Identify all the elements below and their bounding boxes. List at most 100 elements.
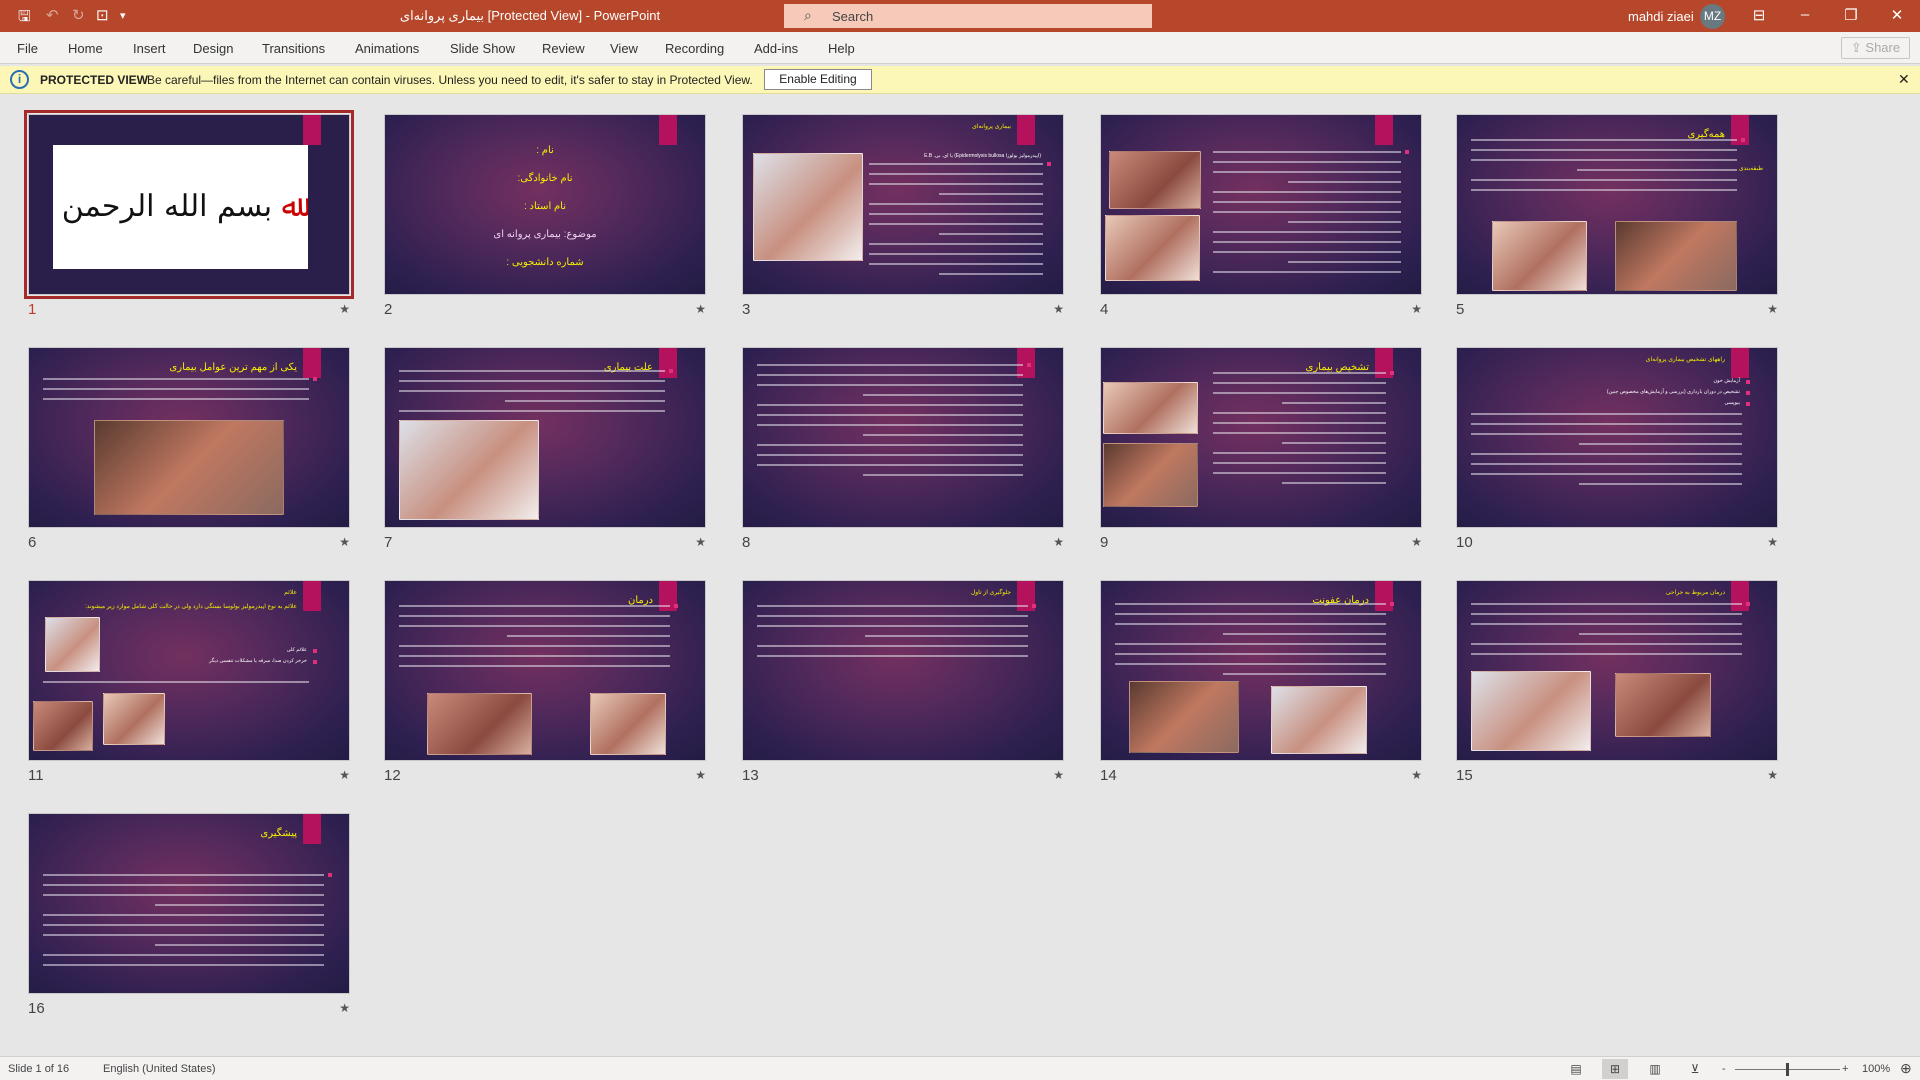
slide-preview[interactable]: بیماری پروانه‌ای (اپیدرمولیز بولوزا Epide… <box>742 114 1064 295</box>
zoom-out-button[interactable]: - <box>1722 1063 1726 1075</box>
transition-star-icon[interactable]: ★ <box>1767 768 1778 782</box>
zoom-slider-thumb[interactable] <box>1786 1063 1789 1076</box>
slide-preview[interactable]: علائم علائم به نوع اپیدرمولیز بولوسا بستگ… <box>28 580 350 761</box>
language-indicator[interactable]: English (United States) <box>103 1063 216 1075</box>
ribbon-display-icon[interactable]: ⊟ <box>1744 6 1774 24</box>
transition-star-icon[interactable]: ★ <box>695 768 706 782</box>
transition-star-icon[interactable]: ★ <box>1411 535 1422 549</box>
slide-sorter-view-icon[interactable]: ⊞ <box>1602 1059 1628 1079</box>
tab-review[interactable]: Review <box>542 41 585 56</box>
slide-preview[interactable]: علت بیماری <box>384 347 706 528</box>
slide-preview[interactable]: درمان <box>384 580 706 761</box>
transition-star-icon[interactable]: ★ <box>695 302 706 316</box>
text-line <box>399 615 670 617</box>
transition-star-icon[interactable]: ★ <box>1053 302 1064 316</box>
text-line <box>43 954 324 956</box>
avatar[interactable]: MZ <box>1700 4 1725 29</box>
fit-slide-icon[interactable]: ⊕ <box>1900 1060 1912 1077</box>
zoom-slider[interactable] <box>1735 1063 1840 1076</box>
slide-thumbnail[interactable]: درمان مربوط به جراحی 15 ★ <box>1456 580 1778 785</box>
zoom-in-button[interactable]: + <box>1842 1063 1848 1075</box>
slide-preview[interactable]: درمان مربوط به جراحی <box>1456 580 1778 761</box>
minimize-icon[interactable]: – <box>1790 6 1820 23</box>
text-line <box>757 625 1028 627</box>
slide-thumbnail[interactable]: ﷲ بسم الله الرحمن الرحیم 1 ★ <box>24 110 354 319</box>
normal-view-icon[interactable]: ▤ <box>1563 1059 1589 1079</box>
slide-body-text: (اپیدرمولیز بولوزا Epidermolysis bullosa… <box>924 153 1041 159</box>
transition-star-icon[interactable]: ★ <box>1767 535 1778 549</box>
slide-show-view-icon[interactable]: ⊻ <box>1682 1059 1708 1079</box>
slide-preview[interactable]: نام : نام خانوادگی: نام استاد : موضوع: بیما… <box>384 114 706 295</box>
slide-preview[interactable]: یکی از مهم ترین عوامل بیماری <box>28 347 350 528</box>
close-message-bar-icon[interactable]: ✕ <box>1898 71 1910 88</box>
tab-slide-show[interactable]: Slide Show <box>450 41 515 56</box>
slide-photo <box>1105 215 1200 281</box>
text-line <box>155 904 324 906</box>
transition-star-icon[interactable]: ★ <box>1053 768 1064 782</box>
text-line <box>1471 463 1742 465</box>
slide-thumbnail[interactable]: راههای تشخیص بیماری پروانه‌ای آزمایش خون ت… <box>1456 347 1778 552</box>
transition-star-icon[interactable]: ★ <box>1767 302 1778 316</box>
transition-star-icon[interactable]: ★ <box>339 302 350 316</box>
transition-star-icon[interactable]: ★ <box>339 1001 350 1015</box>
transition-star-icon[interactable]: ★ <box>695 535 706 549</box>
slide-thumbnail[interactable]: تشخیص بیماری 9 ★ <box>1100 347 1422 552</box>
accent-rectangle <box>303 348 321 378</box>
slide-photo <box>103 693 165 745</box>
slide-preview[interactable]: همه‌گیری طبقه‌بندی <box>1456 114 1778 295</box>
slide-thumbnail[interactable]: پیشگیری 16 ★ <box>28 813 350 1018</box>
text-line <box>757 414 1023 416</box>
tab-help[interactable]: Help <box>828 41 855 56</box>
tab-view[interactable]: View <box>610 41 638 56</box>
slide-thumbnail[interactable]: یکی از مهم ترین عوامل بیماری 6 ★ <box>28 347 350 552</box>
slide-thumbnail[interactable]: بیماری پروانه‌ای (اپیدرمولیز بولوزا Epide… <box>742 114 1064 319</box>
tab-animations[interactable]: Animations <box>355 41 419 56</box>
text-line <box>1282 402 1386 404</box>
tab-home[interactable]: Home <box>68 41 103 56</box>
tab-add-ins[interactable]: Add-ins <box>754 41 798 56</box>
slide-preview[interactable] <box>742 347 1064 528</box>
slide-thumbnail[interactable]: همه‌گیری طبقه‌بندی 5 ★ <box>1456 114 1778 319</box>
zoom-level[interactable]: 100% <box>1862 1063 1890 1075</box>
accent-rectangle <box>303 581 321 611</box>
tab-transitions[interactable]: Transitions <box>262 41 325 56</box>
tab-design[interactable]: Design <box>193 41 233 56</box>
slide-photo <box>1109 151 1201 209</box>
slide-preview[interactable]: ﷲ بسم الله الرحمن الرحیم <box>24 110 354 299</box>
slide-thumbnail[interactable]: نام : نام خانوادگی: نام استاد : موضوع: بیما… <box>384 114 706 319</box>
tab-insert[interactable]: Insert <box>133 41 166 56</box>
tab-file[interactable]: File <box>17 41 38 56</box>
enable-editing-button[interactable]: Enable Editing <box>764 69 872 90</box>
title-bar: 🖫 ↶ ↻ ⊡ ▾ بیماری پروانه‌ای [Protected Vi… <box>0 0 1920 32</box>
accent-rectangle <box>659 115 677 145</box>
slide-preview[interactable]: جلوگیری از تاول <box>742 580 1064 761</box>
reading-view-icon[interactable]: ▥ <box>1642 1059 1668 1079</box>
text-line <box>1471 423 1742 425</box>
slide-preview[interactable]: پیشگیری <box>28 813 350 994</box>
transition-star-icon[interactable]: ★ <box>1411 768 1422 782</box>
tab-recording[interactable]: Recording <box>665 41 724 56</box>
slide-thumbnail[interactable]: درمان 12 ★ <box>384 580 706 785</box>
slide-photo <box>1615 673 1711 737</box>
transition-star-icon[interactable]: ★ <box>1053 535 1064 549</box>
transition-star-icon[interactable]: ★ <box>339 768 350 782</box>
share-button[interactable]: ⇪ Share <box>1841 37 1910 59</box>
user-name[interactable]: mahdi ziaei <box>1628 9 1694 24</box>
slide-thumbnail[interactable]: علت بیماری 7 ★ <box>384 347 706 552</box>
slide-preview[interactable] <box>1100 114 1422 295</box>
restore-icon[interactable]: ❐ <box>1836 6 1866 24</box>
close-icon[interactable]: ✕ <box>1882 6 1912 24</box>
slide-thumbnail[interactable]: درمان عفونت 14 ★ <box>1100 580 1422 785</box>
text-line <box>757 364 1023 366</box>
slide-preview[interactable]: تشخیص بیماری <box>1100 347 1422 528</box>
transition-star-icon[interactable]: ★ <box>1411 302 1422 316</box>
slide-thumbnail[interactable]: جلوگیری از تاول 13 ★ <box>742 580 1064 785</box>
slide-thumbnail[interactable]: 4 ★ <box>1100 114 1422 319</box>
search-box[interactable]: ⌕ Search <box>784 4 1152 28</box>
slide-number: 7 <box>384 534 393 551</box>
slide-preview[interactable]: درمان عفونت <box>1100 580 1422 761</box>
transition-star-icon[interactable]: ★ <box>339 535 350 549</box>
slide-preview[interactable]: راههای تشخیص بیماری پروانه‌ای آزمایش خون ت… <box>1456 347 1778 528</box>
slide-thumbnail[interactable]: علائم علائم به نوع اپیدرمولیز بولوسا بستگ… <box>28 580 350 785</box>
slide-thumbnail[interactable]: 8 ★ <box>742 347 1064 552</box>
